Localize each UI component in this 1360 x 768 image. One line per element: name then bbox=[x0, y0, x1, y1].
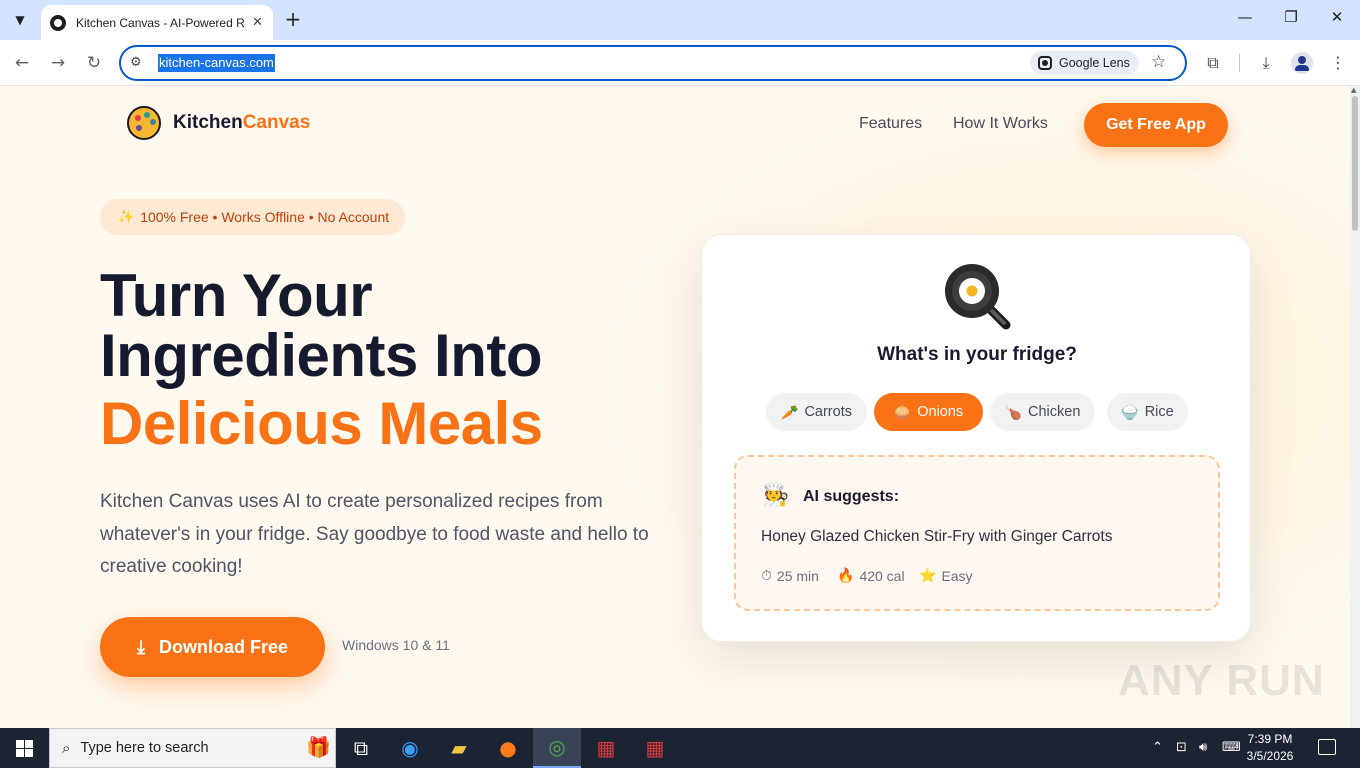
recipe-calories: 🔥 420 cal bbox=[837, 567, 905, 584]
url-text[interactable]: kitchen-canvas.com bbox=[158, 54, 275, 72]
carrot-icon: 🥕 bbox=[781, 403, 799, 420]
ai-suggestion-box: 🧑‍🍳 AI suggests: Honey Glazed Chicken St… bbox=[734, 455, 1220, 611]
hero-title: Turn Your Ingredients Into Delicious Mea… bbox=[100, 266, 543, 454]
forward-arrow-icon[interactable]: → bbox=[46, 51, 70, 75]
notification-center-icon[interactable] bbox=[1318, 739, 1336, 755]
chip-label: Carrots bbox=[804, 404, 852, 420]
gift-icon: 🎁 bbox=[306, 737, 331, 759]
tab-search-chevron-down-icon[interactable]: ▼ bbox=[7, 7, 33, 33]
hero-description: Kitchen Canvas uses AI to create persona… bbox=[100, 491, 649, 577]
page-viewport: KitchenCanvas Features How It Works Get … bbox=[0, 86, 1360, 728]
site-favicon-icon bbox=[50, 14, 66, 31]
browser-tab-active[interactable]: Kitchen Canvas - AI-Powered R ✕ bbox=[41, 5, 273, 40]
clock-time: 7:39 PM bbox=[1247, 732, 1293, 746]
taskbar-search-box[interactable]: ⌕ Type here to search 🎁 bbox=[49, 728, 336, 768]
timer-icon: ⏱ bbox=[761, 567, 772, 583]
fridge-demo-card: What's in your fridge? 🥕 Carrots 🧅 Onion… bbox=[701, 234, 1251, 642]
ingredient-chip-onions[interactable]: 🧅 Onions bbox=[874, 393, 983, 431]
google-lens-button[interactable]: Google Lens bbox=[1030, 51, 1139, 75]
downloads-icon[interactable]: ⤓ bbox=[1255, 52, 1277, 74]
profile-avatar-icon[interactable] bbox=[1291, 52, 1313, 74]
reload-icon[interactable]: ↻ bbox=[82, 51, 106, 75]
nav-link-features[interactable]: Features bbox=[859, 115, 922, 133]
page-scrollbar[interactable]: ▲ bbox=[1350, 86, 1360, 728]
close-window-button[interactable]: ✕ bbox=[1314, 8, 1360, 26]
onion-icon: 🧅 bbox=[893, 403, 912, 420]
chrome-icon[interactable]: ◎ bbox=[533, 728, 581, 768]
windows-taskbar: ⌕ Type here to search 🎁 ⧉ ◉ ▰ ● ◎ ▦ ▦ ⌃ … bbox=[0, 728, 1360, 768]
browser-toolbar: ← → ↻ ⚙ kitchen-canvas.com Google Lens ☆… bbox=[0, 40, 1360, 86]
browser-menu-kebab-icon[interactable]: ⋮ bbox=[1327, 52, 1349, 74]
download-free-label: Download Free bbox=[158, 636, 288, 657]
address-bar[interactable]: ⚙ kitchen-canvas.com Google Lens ☆ bbox=[119, 45, 1187, 81]
show-hidden-icons-chevron-up-icon[interactable]: ⌃ bbox=[1152, 740, 1163, 755]
recipe-time: ⏱ 25 min bbox=[761, 567, 819, 584]
taskbar-search-placeholder: Type here to search bbox=[80, 740, 209, 756]
get-free-app-button[interactable]: Get Free App bbox=[1084, 103, 1228, 147]
google-lens-label: Google Lens bbox=[1059, 56, 1130, 70]
chip-label: Rice bbox=[1144, 404, 1174, 420]
download-icon: ⤓ bbox=[137, 636, 145, 657]
card-title: What's in your fridge? bbox=[877, 344, 1077, 365]
lens-icon bbox=[1038, 56, 1052, 70]
volume-icon[interactable]: 🔊︎ bbox=[1199, 740, 1207, 755]
star-icon: ⭐ bbox=[919, 567, 937, 583]
hero-title-line3: Delicious Meals bbox=[100, 390, 543, 457]
feature-badge-text: 100% Free • Works Offline • No Account bbox=[140, 209, 390, 225]
winrar-archive-icon[interactable]: ▦ bbox=[631, 728, 679, 768]
ingredient-chip-chicken[interactable]: 🍗 Chicken bbox=[990, 393, 1095, 431]
nav-link-how-it-works[interactable]: How It Works bbox=[953, 115, 1048, 133]
start-button[interactable] bbox=[0, 728, 48, 768]
extensions-puzzle-icon[interactable]: ⧉ bbox=[1202, 52, 1224, 74]
winrar-icon[interactable]: ▦ bbox=[582, 728, 630, 768]
site-info-tune-icon[interactable]: ⚙ bbox=[130, 55, 142, 70]
palette-logo-icon bbox=[127, 106, 161, 140]
fire-icon: 🔥 bbox=[837, 567, 855, 583]
suggested-recipe: Honey Glazed Chicken Stir-Fry with Ginge… bbox=[761, 528, 1113, 545]
toolbar-divider bbox=[1239, 54, 1240, 72]
bookmark-star-icon[interactable]: ☆ bbox=[1151, 52, 1166, 72]
windows-logo-icon bbox=[15, 739, 33, 757]
firefox-icon[interactable]: ● bbox=[484, 728, 532, 768]
ingredient-chip-rice[interactable]: 🍚 Rice bbox=[1107, 393, 1188, 431]
clock-date: 3/5/2026 bbox=[1246, 749, 1294, 763]
anyrun-watermark: ANY RUN bbox=[1118, 656, 1325, 705]
minimize-button[interactable]: — bbox=[1222, 8, 1268, 26]
browser-tabstrip: ▼ Kitchen Canvas - AI-Powered R ✕ + — ❐ … bbox=[0, 0, 1360, 40]
new-tab-plus-icon[interactable]: + bbox=[282, 8, 304, 30]
download-platform-note: Windows 10 & 11 bbox=[342, 637, 450, 653]
file-explorer-icon[interactable]: ▰ bbox=[435, 728, 483, 768]
task-view-icon[interactable]: ⧉ bbox=[337, 728, 385, 768]
rice-bowl-icon: 🍚 bbox=[1121, 403, 1139, 420]
scrollbar-thumb[interactable] bbox=[1352, 96, 1358, 231]
chicken-leg-icon: 🍗 bbox=[1004, 403, 1023, 420]
scroll-up-arrow-icon[interactable]: ▲ bbox=[1351, 86, 1356, 94]
frying-pan-icon bbox=[945, 264, 1011, 330]
feature-badge: ✨ 100% Free • Works Offline • No Account bbox=[100, 199, 406, 235]
taskbar-clock[interactable]: 7:39 PM 3/5/2026 bbox=[1240, 731, 1300, 765]
back-arrow-icon[interactable]: ← bbox=[10, 51, 34, 75]
logo-text: KitchenCanvas bbox=[173, 112, 311, 133]
edge-browser-icon[interactable]: ◉ bbox=[386, 728, 434, 768]
chip-label: Onions bbox=[917, 404, 964, 420]
download-free-button[interactable]: ⤓ Download Free bbox=[100, 617, 325, 677]
chef-icon: 🧑‍🍳 bbox=[762, 483, 790, 508]
network-icon[interactable]: ⊡ bbox=[1176, 740, 1187, 755]
search-icon: ⌕ bbox=[62, 739, 71, 757]
keyboard-icon[interactable]: ⌨ bbox=[1222, 740, 1241, 755]
recipe-difficulty: ⭐ Easy bbox=[919, 567, 973, 584]
site-logo[interactable]: KitchenCanvas bbox=[127, 106, 310, 140]
hero-title-line2: Ingredients Into bbox=[100, 322, 542, 389]
chip-label: Chicken bbox=[1028, 404, 1081, 420]
ai-suggests-label: AI suggests: bbox=[803, 488, 900, 505]
restore-button[interactable]: ❐ bbox=[1268, 8, 1314, 26]
tab-close-icon[interactable]: ✕ bbox=[252, 15, 263, 30]
hero-title-line1: Turn Your bbox=[100, 262, 373, 329]
tab-title: Kitchen Canvas - AI-Powered R bbox=[76, 15, 244, 30]
ingredient-chip-carrots[interactable]: 🥕 Carrots bbox=[766, 393, 867, 431]
sparkle-icon: ✨ bbox=[118, 209, 135, 224]
